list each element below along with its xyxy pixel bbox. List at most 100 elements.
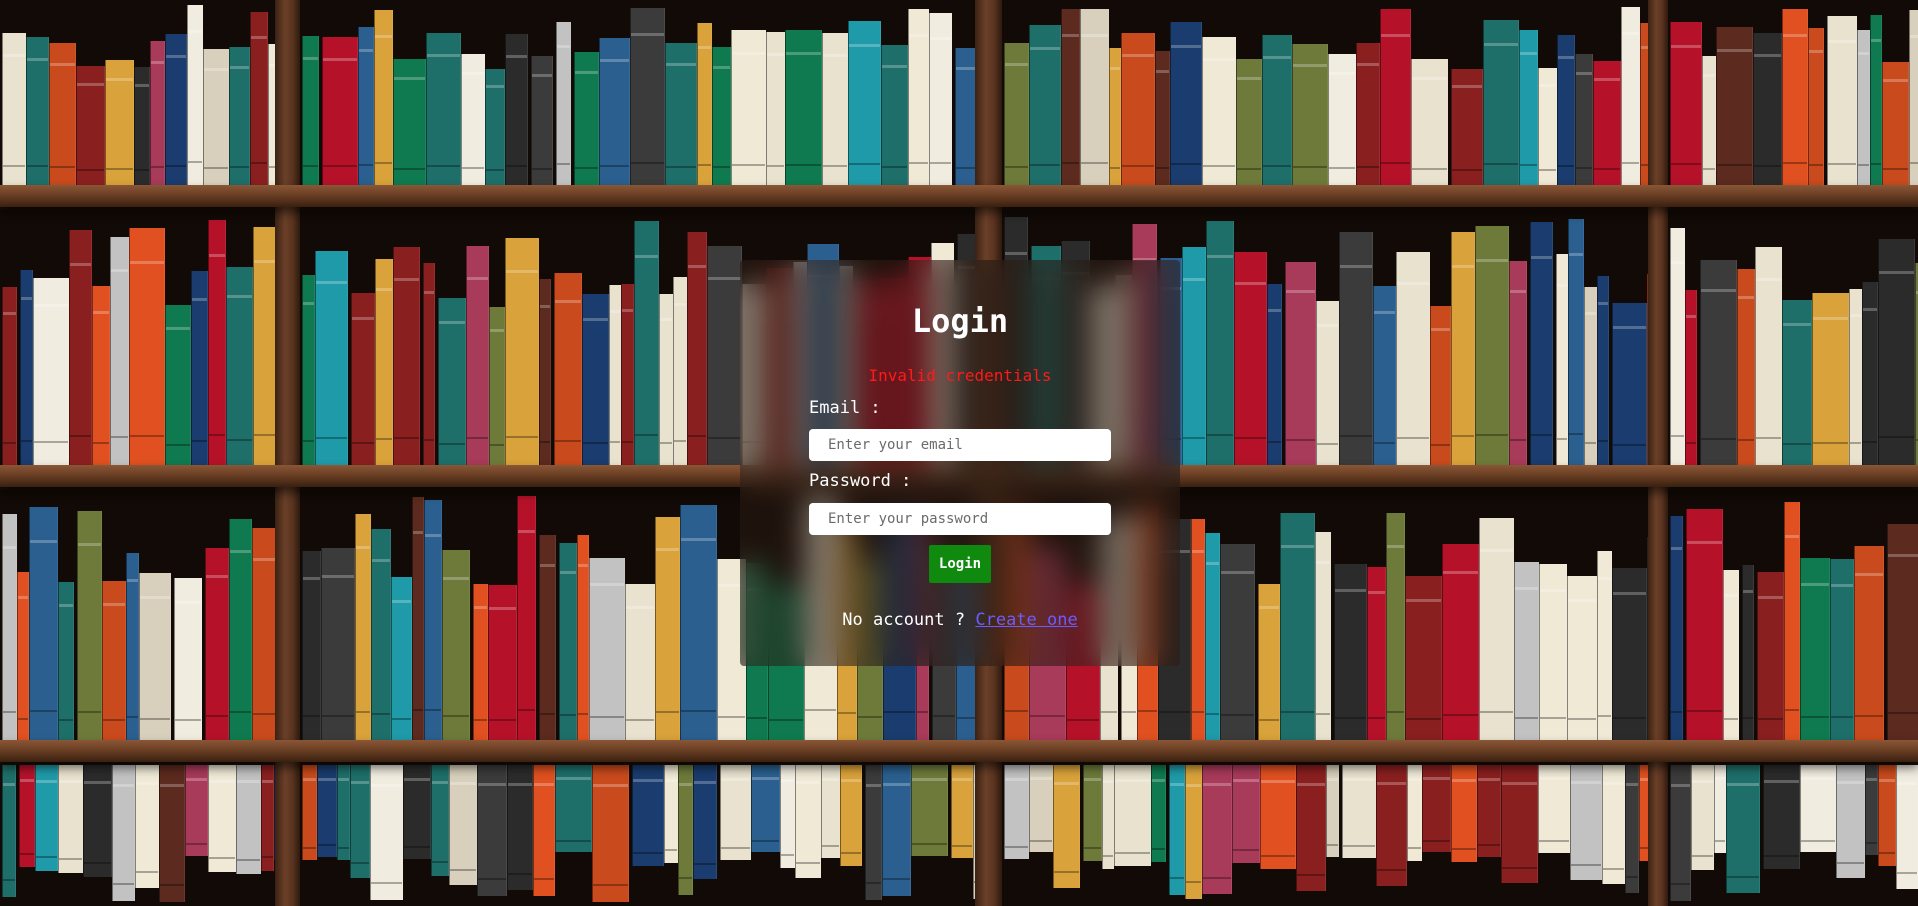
- book-spine: [1737, 269, 1755, 465]
- book-spine: [766, 32, 785, 185]
- password-field[interactable]: [809, 503, 1111, 535]
- book-spine: [1102, 765, 1114, 869]
- error-message: Invalid credentials: [868, 366, 1052, 385]
- book-spine: [712, 47, 731, 185]
- book-spine: [1373, 286, 1396, 465]
- book-spine: [1584, 287, 1597, 465]
- book-spine: [1280, 513, 1315, 740]
- book-spine: [609, 285, 621, 465]
- book-spine: [1514, 562, 1539, 740]
- book-spine: [589, 558, 625, 740]
- book-spine: [1836, 765, 1865, 878]
- book-spine: [1509, 261, 1527, 465]
- book-spine: [322, 37, 358, 185]
- book-spine: [665, 43, 697, 185]
- book-spine: [1612, 303, 1647, 465]
- book-spine: [58, 582, 74, 740]
- book-spine: [1232, 765, 1260, 863]
- book-spine: [1004, 43, 1029, 185]
- create-account-link[interactable]: Create one: [975, 610, 1077, 630]
- book-spine: [881, 45, 908, 185]
- book-spine: [1083, 765, 1102, 861]
- book-spine: [697, 23, 712, 185]
- book-spine: [229, 47, 250, 185]
- book-spine: [1315, 532, 1331, 740]
- shelf-cubby: [300, 0, 975, 185]
- book-spine: [1316, 301, 1339, 465]
- shelf-cubby: [0, 765, 275, 906]
- book-spine: [1170, 22, 1202, 185]
- book-spine: [1260, 765, 1296, 869]
- book-spine: [1742, 565, 1754, 740]
- book-spine: [1716, 27, 1753, 185]
- book-spine: [1726, 765, 1760, 893]
- book-spine: [261, 765, 274, 871]
- book-spine: [112, 765, 135, 901]
- book-spine: [634, 221, 659, 465]
- book-spine: [1782, 9, 1808, 185]
- book-spine: [848, 21, 881, 185]
- book-spine: [1430, 306, 1451, 465]
- book-spine: [29, 507, 58, 740]
- book-spine: [731, 30, 766, 185]
- book-spine: [539, 279, 551, 465]
- book-spine: [1285, 262, 1316, 465]
- book-spine: [208, 765, 236, 872]
- book-spine: [139, 573, 171, 740]
- book-spine: [517, 496, 536, 740]
- book-spine: [477, 765, 507, 896]
- book-spine: [625, 584, 655, 740]
- book-spine: [1597, 276, 1609, 465]
- book-spine: [58, 765, 83, 873]
- book-spine: [785, 30, 822, 185]
- book-spine: [1700, 260, 1737, 465]
- book-spine: [1882, 62, 1909, 185]
- book-spine: [1593, 61, 1621, 185]
- book-spine: [1862, 282, 1878, 465]
- book-spine: [1691, 765, 1714, 870]
- shelf-post: [1648, 0, 1668, 906]
- book-spine: [840, 765, 862, 866]
- login-button[interactable]: Login: [929, 545, 991, 583]
- book-spine: [1479, 518, 1514, 740]
- book-spine: [1080, 9, 1109, 185]
- book-spine: [135, 765, 159, 888]
- book-spine: [592, 765, 629, 902]
- book-spine: [1878, 765, 1896, 866]
- book-spine: [1568, 219, 1584, 465]
- book-spine: [908, 9, 929, 185]
- book-spine: [1155, 51, 1170, 185]
- book-spine: [1723, 570, 1739, 740]
- book-spine: [374, 10, 393, 185]
- book-spine: [1185, 765, 1202, 899]
- book-spine: [673, 277, 687, 465]
- book-spine: [1342, 765, 1376, 858]
- book-spine: [1451, 69, 1483, 185]
- book-spine: [1442, 544, 1479, 740]
- book-spine: [1538, 765, 1570, 853]
- book-spine: [302, 551, 321, 740]
- book-spine: [191, 271, 208, 465]
- book-spine: [355, 514, 371, 740]
- book-spine: [1670, 516, 1683, 740]
- book-spine: [1151, 765, 1166, 862]
- book-spine: [1887, 524, 1918, 740]
- email-field[interactable]: [809, 429, 1111, 461]
- shelf-cubby: [1668, 0, 1918, 185]
- book-spine: [35, 765, 58, 871]
- book-spine: [1812, 293, 1849, 465]
- shelf-cubby: [1668, 490, 1918, 740]
- book-spine: [1800, 558, 1830, 740]
- book-spine: [253, 227, 275, 465]
- book-spine: [302, 275, 315, 465]
- book-spine: [1422, 765, 1451, 852]
- book-spine: [315, 251, 348, 465]
- book-spine: [126, 553, 139, 740]
- book-spine: [351, 293, 375, 465]
- book-spine: [1685, 290, 1697, 465]
- book-spine: [1612, 568, 1647, 740]
- book-spine: [110, 237, 129, 465]
- book-spine: [1334, 564, 1367, 740]
- book-spine: [26, 37, 49, 185]
- book-spine: [1857, 30, 1870, 185]
